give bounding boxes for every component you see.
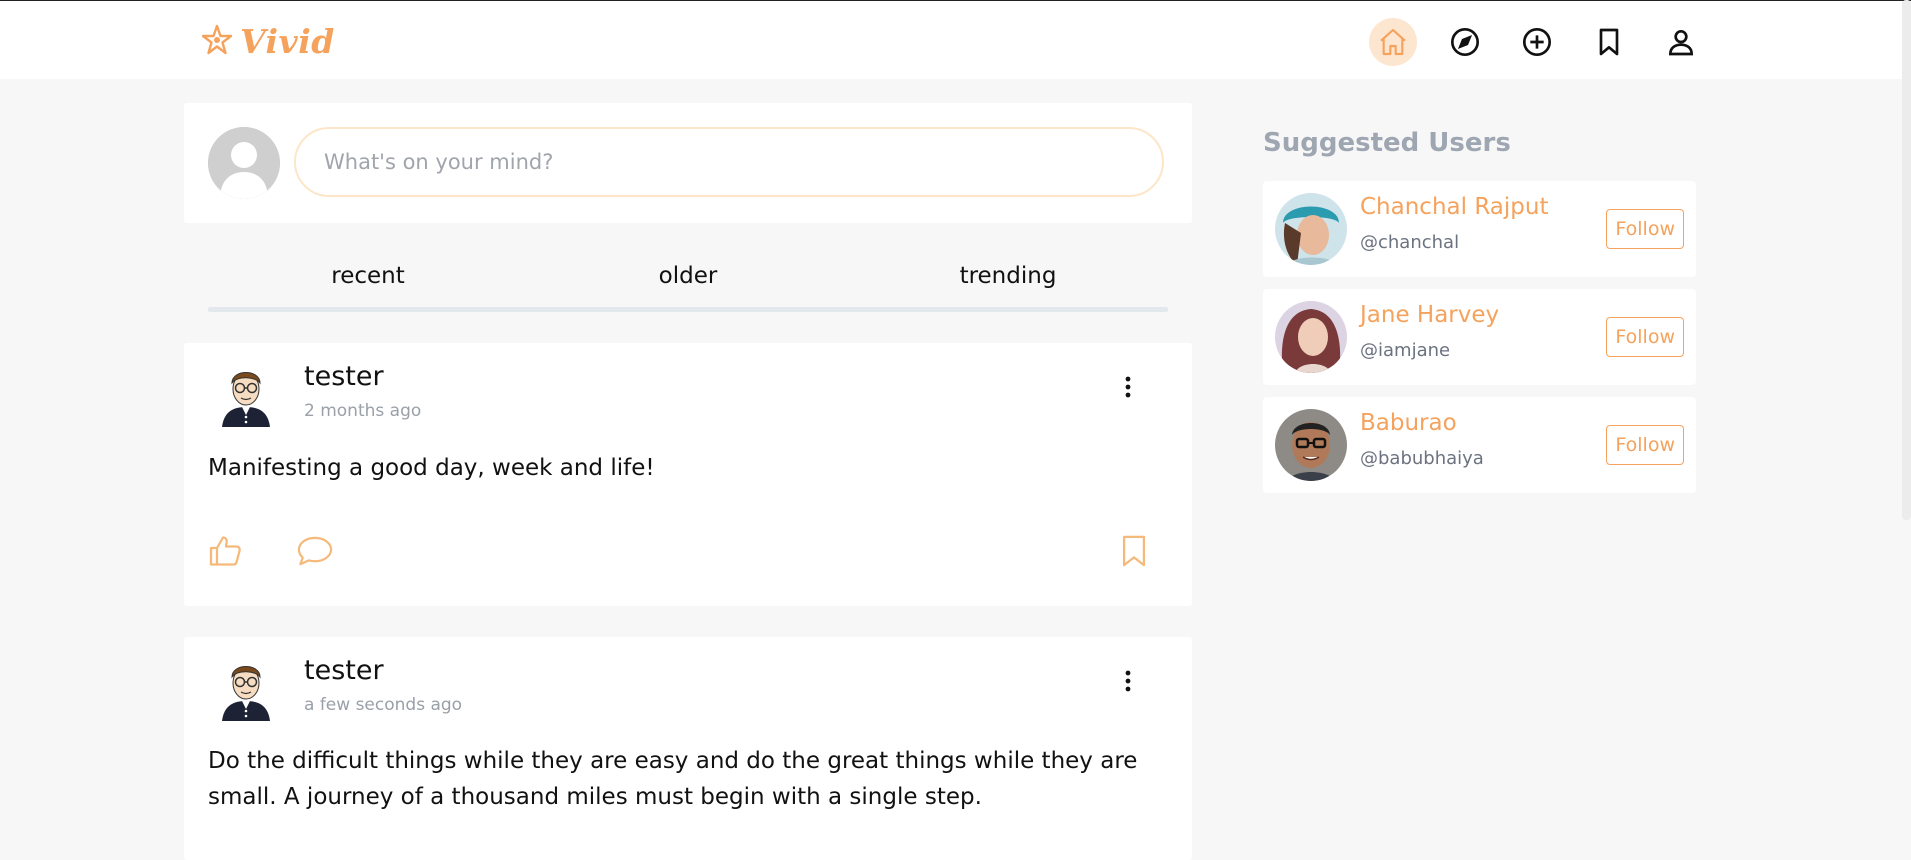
post-timestamp: a few seconds ago	[304, 695, 463, 715]
post-options-button[interactable]	[1118, 375, 1138, 399]
brand-logo[interactable]: Vivid	[200, 19, 335, 63]
brand-name: Vivid	[240, 21, 335, 61]
home-icon	[1380, 28, 1406, 56]
page-scrollbar[interactable]	[1902, 0, 1911, 520]
bookmark-icon	[1599, 28, 1619, 56]
post-card: tester a few seconds ago Do the difficul…	[184, 637, 1192, 860]
user-avatar[interactable]	[1275, 193, 1347, 265]
user-photo-icon	[1275, 301, 1347, 373]
top-navbar: Vivid	[0, 1, 1911, 79]
nav-home-button[interactable]	[1369, 18, 1417, 66]
compass-icon	[1451, 28, 1479, 56]
compose-input[interactable]	[294, 127, 1164, 197]
like-button[interactable]	[208, 533, 244, 573]
user-icon	[1668, 30, 1694, 56]
post-author-avatar[interactable]	[212, 359, 280, 427]
bookmark-post-button[interactable]	[1117, 533, 1151, 573]
post-content: Do the difficult things while they are e…	[208, 748, 1138, 810]
more-vertical-icon	[1125, 376, 1131, 398]
post-author-avatar[interactable]	[212, 653, 280, 721]
post-author-name[interactable]: tester	[304, 655, 384, 686]
more-vertical-icon	[1125, 670, 1131, 692]
plus-circle-icon	[1523, 28, 1551, 56]
user-name[interactable]: Baburao	[1360, 410, 1457, 436]
feed-sort-tabs: recent older trending	[208, 255, 1168, 313]
user-photo-icon	[1275, 409, 1347, 481]
tab-recent[interactable]: recent	[331, 263, 405, 289]
nav-profile-button[interactable]	[1657, 18, 1705, 66]
post-composer	[184, 103, 1192, 223]
tab-older[interactable]: older	[659, 263, 718, 289]
post-card: tester 2 months ago Manifesting a good d…	[184, 343, 1192, 606]
tabs-underline	[208, 307, 1168, 312]
thumbs-up-icon	[209, 536, 241, 566]
nav-bookmarks-button[interactable]	[1585, 18, 1633, 66]
user-handle: @chanchal	[1360, 232, 1460, 253]
user-photo-icon	[1275, 193, 1347, 265]
star-logo-icon	[201, 24, 233, 55]
default-avatar-icon	[208, 127, 280, 199]
user-avatar[interactable]	[1275, 301, 1347, 373]
user-name[interactable]: Chanchal Rajput	[1360, 194, 1548, 220]
comment-icon	[297, 536, 333, 566]
suggested-user-card: Jane Harvey @iamjane Follow	[1263, 289, 1696, 385]
post-timestamp: 2 months ago	[304, 401, 422, 421]
user-avatar[interactable]	[1275, 409, 1347, 481]
nav-create-button[interactable]	[1513, 18, 1561, 66]
suggested-user-card: Baburao @babubhaiya Follow	[1263, 397, 1696, 493]
user-handle: @iamjane	[1360, 340, 1451, 361]
follow-button[interactable]: Follow	[1606, 209, 1684, 249]
follow-button[interactable]: Follow	[1606, 425, 1684, 465]
suggested-user-card: Chanchal Rajput @chanchal Follow	[1263, 181, 1696, 277]
post-content: Manifesting a good day, week and life!	[208, 455, 655, 481]
suggested-users-title: Suggested Users	[1263, 128, 1511, 158]
bookmark-icon	[1122, 535, 1146, 567]
post-author-name[interactable]: tester	[304, 361, 384, 392]
cartoon-avatar-icon	[222, 372, 270, 427]
nav-explore-button[interactable]	[1441, 18, 1489, 66]
user-handle: @babubhaiya	[1360, 448, 1484, 469]
follow-button[interactable]: Follow	[1606, 317, 1684, 357]
post-options-button[interactable]	[1118, 669, 1138, 693]
tab-trending[interactable]: trending	[960, 263, 1057, 289]
comment-button[interactable]	[296, 533, 334, 573]
current-user-avatar	[208, 127, 280, 199]
user-name[interactable]: Jane Harvey	[1360, 302, 1499, 328]
cartoon-avatar-icon	[222, 666, 270, 721]
